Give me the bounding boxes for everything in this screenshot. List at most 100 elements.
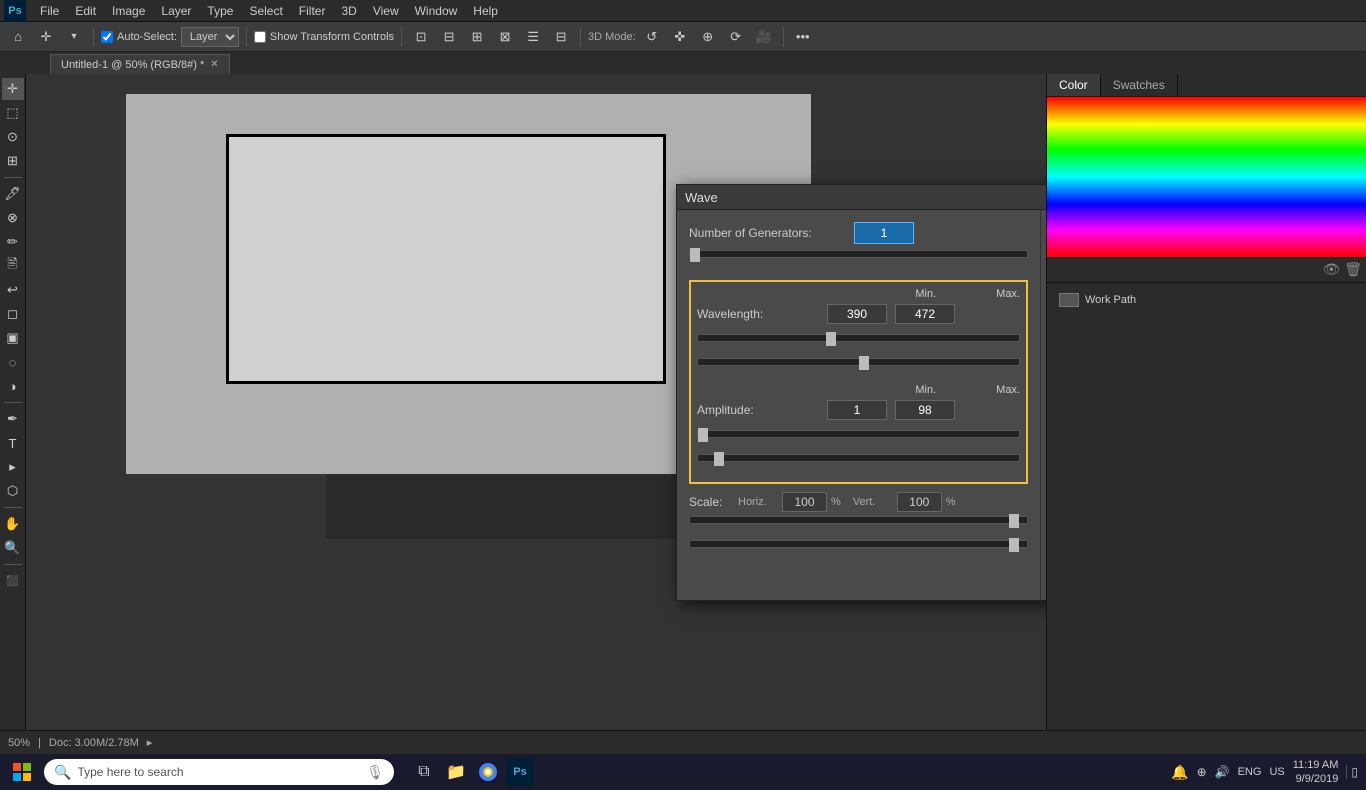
3d-camera-icon[interactable]: 🎥 [752,25,776,49]
align-center-v-icon[interactable]: ⊟ [437,25,461,49]
scale-horiz-thumb[interactable] [1009,514,1019,528]
menu-file[interactable]: File [32,2,67,20]
eraser-tool-btn[interactable]: ◻ [2,303,24,325]
sound-icon[interactable]: 🔊 [1215,765,1230,779]
file-explorer-icon[interactable]: 📁 [442,758,470,786]
align-center-h-icon[interactable]: ☰ [521,25,545,49]
task-view-icon[interactable]: ⧉ [410,758,438,786]
menu-type[interactable]: Type [199,2,241,20]
amplitude-min-input[interactable] [827,400,887,420]
wavelength-slider-track-2[interactable] [697,358,1020,366]
eyedropper-tool-btn[interactable]: 🖋 [2,183,24,205]
taskbar: 🔍 Type here to search 🎙 ⧉ 📁 Ps 🔔 ⊕ 🔊 ENG… [0,754,1366,790]
lasso-tool-btn[interactable]: ⊙ [2,126,24,148]
browser-icon[interactable] [474,758,502,786]
align-left-icon[interactable]: ⊡ [409,25,433,49]
show-desktop-icon[interactable]: ▯ [1346,765,1358,779]
menu-filter[interactable]: Filter [291,2,334,20]
history-brush-btn[interactable]: ↩ [2,279,24,301]
notification-icon[interactable]: 🔔 [1171,764,1188,781]
wavelength-slider-thumb-2[interactable] [859,356,869,370]
move-tool-btn[interactable]: ✛ [2,78,24,100]
selection-tool-btn[interactable]: ⬚ [2,102,24,124]
amplitude-label: Amplitude: [697,403,827,417]
align-right-icon[interactable]: ⊞ [465,25,489,49]
menu-select[interactable]: Select [241,2,290,20]
menu-view[interactable]: View [365,2,407,20]
show-transform-checkbox[interactable]: Show Transform Controls [254,31,394,43]
photoshop-taskbar-icon[interactable]: Ps [506,758,534,786]
swatches-tab[interactable]: Swatches [1101,74,1178,96]
eye-icon[interactable]: 👁 [1322,261,1340,278]
menu-image[interactable]: Image [104,2,153,20]
generators-slider-track[interactable] [689,250,1028,258]
dodge-tool-btn[interactable]: ◑ [2,375,24,397]
3d-zoom-icon[interactable]: ⊕ [696,25,720,49]
amplitude-max-input[interactable] [895,400,955,420]
zoom-tool-btn[interactable]: 🔍 [2,537,24,559]
amplitude-slider-track-2[interactable] [697,454,1020,462]
status-bar: 50% | Doc: 3.00M/2.78M ▸ [0,730,1366,754]
status-more-icon[interactable]: ▸ [147,736,153,749]
canvas-area: Wave ✕ Number of Generators: [26,74,1046,730]
shape-tool-btn[interactable]: ⬡ [2,480,24,502]
auto-select-checkbox[interactable]: Auto-Select: [101,31,177,43]
trash-icon[interactable]: 🗑 [1344,261,1362,278]
move-tool-icon[interactable]: ✛ [34,25,58,49]
blur-tool-btn[interactable]: ◌ [2,351,24,373]
scale-horiz-input[interactable] [782,492,827,512]
scale-vert-input[interactable] [897,492,942,512]
clone-tool-btn[interactable]: 🖹 [2,255,24,277]
3d-roll-icon[interactable]: ⟳ [724,25,748,49]
brush-tool-btn[interactable]: ✏ [2,231,24,253]
menu-window[interactable]: Window [407,2,466,20]
align-top-icon[interactable]: ⊠ [493,25,517,49]
start-button[interactable] [8,758,36,786]
wavelength-max-label: Max. [996,288,1020,300]
menu-3d[interactable]: 3D [333,2,364,20]
wavelength-slider-track[interactable] [697,334,1020,342]
panel-icons-row: 👁 🗑 [1047,257,1366,282]
hand-tool-btn[interactable]: ✋ [2,513,24,535]
generators-slider-thumb[interactable] [690,248,700,262]
crop-tool-btn[interactable]: ⊞ [2,150,24,172]
wavelength-slider-thumb[interactable] [826,332,836,346]
scale-vert-slider[interactable] [689,540,1028,548]
color-gradient-panel[interactable] [1047,97,1366,257]
dialog-title: Wave [685,190,718,205]
taskbar-search-box[interactable]: 🔍 Type here to search 🎙 [44,759,394,785]
work-path-item: Work Path [1055,291,1358,309]
menu-layer[interactable]: Layer [153,2,199,20]
amplitude-slider-track[interactable] [697,430,1020,438]
move-tool-dropdown[interactable]: ▾ [62,25,86,49]
amplitude-row: Amplitude: [697,400,1020,420]
dialog-body: Number of Generators: [677,210,1046,600]
spot-heal-tool-btn[interactable]: ⊗ [2,207,24,229]
home-icon[interactable]: ⌂ [6,25,30,49]
pen-tool-btn[interactable]: ✒ [2,408,24,430]
work-path-label: Work Path [1085,294,1136,306]
mic-icon[interactable]: 🎙 [366,764,384,781]
wavelength-min-input[interactable] [827,304,887,324]
gradient-tool-btn[interactable]: ▣ [2,327,24,349]
path-select-btn[interactable]: ▸ [2,456,24,478]
auto-select-dropdown[interactable]: Layer [181,27,239,47]
more-options-icon[interactable]: ••• [791,25,815,49]
scale-horiz-slider[interactable] [689,516,1028,524]
scale-vert-thumb[interactable] [1009,538,1019,552]
network-icon[interactable]: ⊕ [1197,765,1207,779]
text-tool-btn[interactable]: T [2,432,24,454]
3d-rotate-icon[interactable]: ↺ [640,25,664,49]
tab-close-icon[interactable]: ✕ [210,59,218,70]
foreground-color-btn[interactable]: ⬛ [2,570,24,592]
amplitude-slider-thumb[interactable] [698,428,708,442]
color-tab[interactable]: Color [1047,74,1101,96]
wavelength-max-input[interactable] [895,304,955,324]
document-tab[interactable]: Untitled-1 @ 50% (RGB/8#) * ✕ [50,54,230,74]
menu-help[interactable]: Help [465,2,506,20]
3d-pan-icon[interactable]: ✜ [668,25,692,49]
num-generators-input[interactable] [854,222,914,244]
amplitude-slider-thumb-2[interactable] [714,452,724,466]
menu-edit[interactable]: Edit [67,2,104,20]
align-bottom-icon[interactable]: ⊟ [549,25,573,49]
